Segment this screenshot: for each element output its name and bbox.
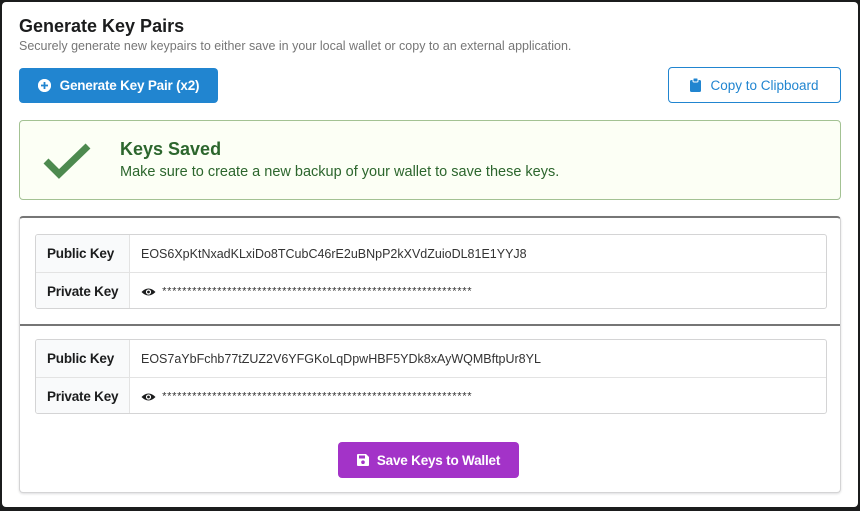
generate-key-pair-button[interactable]: Generate Key Pair (x2) bbox=[19, 68, 218, 103]
clipboard-icon bbox=[690, 78, 702, 92]
public-key-value[interactable]: EOS7aYbFchb77tZUZ2V6YFGKoLqDpwHBF5YDk8xA… bbox=[141, 340, 541, 377]
private-key-value: ****************************************… bbox=[141, 378, 473, 413]
private-key-label: Private Key bbox=[36, 273, 130, 308]
private-key-row: Private Key ****************************… bbox=[36, 272, 826, 308]
public-key-row: Public Key EOS7aYbFchb77tZUZ2V6YFGKoLqDp… bbox=[36, 340, 826, 377]
public-key-value[interactable]: EOS6XpKtNxadKLxiDo8TCubC46rE2uBNpP2kXVdZ… bbox=[141, 235, 527, 272]
plus-circle-icon bbox=[37, 79, 51, 92]
modal-title: Generate Key Pairs bbox=[19, 16, 185, 36]
keypairs-segment: Public Key EOS6XpKtNxadKLxiDo8TCubC46rE2… bbox=[19, 216, 841, 493]
keys-saved-message: Keys Saved Make sure to create a new bac… bbox=[19, 120, 841, 200]
modal-subtitle: Securely generate new keypairs to either… bbox=[19, 39, 572, 53]
keypair-table: Public Key EOS7aYbFchb77tZUZ2V6YFGKoLqDp… bbox=[35, 339, 827, 414]
save-keys-label: Save Keys to Wallet bbox=[376, 452, 501, 468]
public-key-label: Public Key bbox=[36, 340, 130, 377]
generate-keys-modal: Generate Key Pairs Securely generate new… bbox=[2, 2, 858, 507]
keypair-divider bbox=[20, 324, 840, 326]
checkmark-icon bbox=[43, 143, 91, 179]
save-keys-to-wallet-button[interactable]: Save Keys to Wallet bbox=[338, 442, 519, 478]
private-key-row: Private Key ****************************… bbox=[36, 377, 826, 413]
eye-icon[interactable] bbox=[141, 392, 156, 402]
copy-to-clipboard-button[interactable]: Copy to Clipboard bbox=[668, 67, 841, 103]
private-key-masked: ****************************************… bbox=[161, 391, 473, 404]
private-key-masked: ****************************************… bbox=[161, 286, 473, 299]
eye-icon[interactable] bbox=[141, 287, 156, 297]
keypair-table: Public Key EOS6XpKtNxadKLxiDo8TCubC46rE2… bbox=[35, 234, 827, 309]
save-icon bbox=[356, 454, 369, 466]
private-key-value: ****************************************… bbox=[141, 273, 473, 308]
public-key-label: Public Key bbox=[36, 235, 130, 272]
copy-to-clipboard-label: Copy to Clipboard bbox=[710, 77, 819, 93]
private-key-label: Private Key bbox=[36, 378, 130, 413]
public-key-row: Public Key EOS6XpKtNxadKLxiDo8TCubC46rE2… bbox=[36, 235, 826, 272]
message-title: Keys Saved bbox=[120, 139, 222, 159]
message-text: Make sure to create a new backup of your… bbox=[120, 164, 560, 180]
generate-key-pair-label: Generate Key Pair (x2) bbox=[59, 78, 200, 93]
